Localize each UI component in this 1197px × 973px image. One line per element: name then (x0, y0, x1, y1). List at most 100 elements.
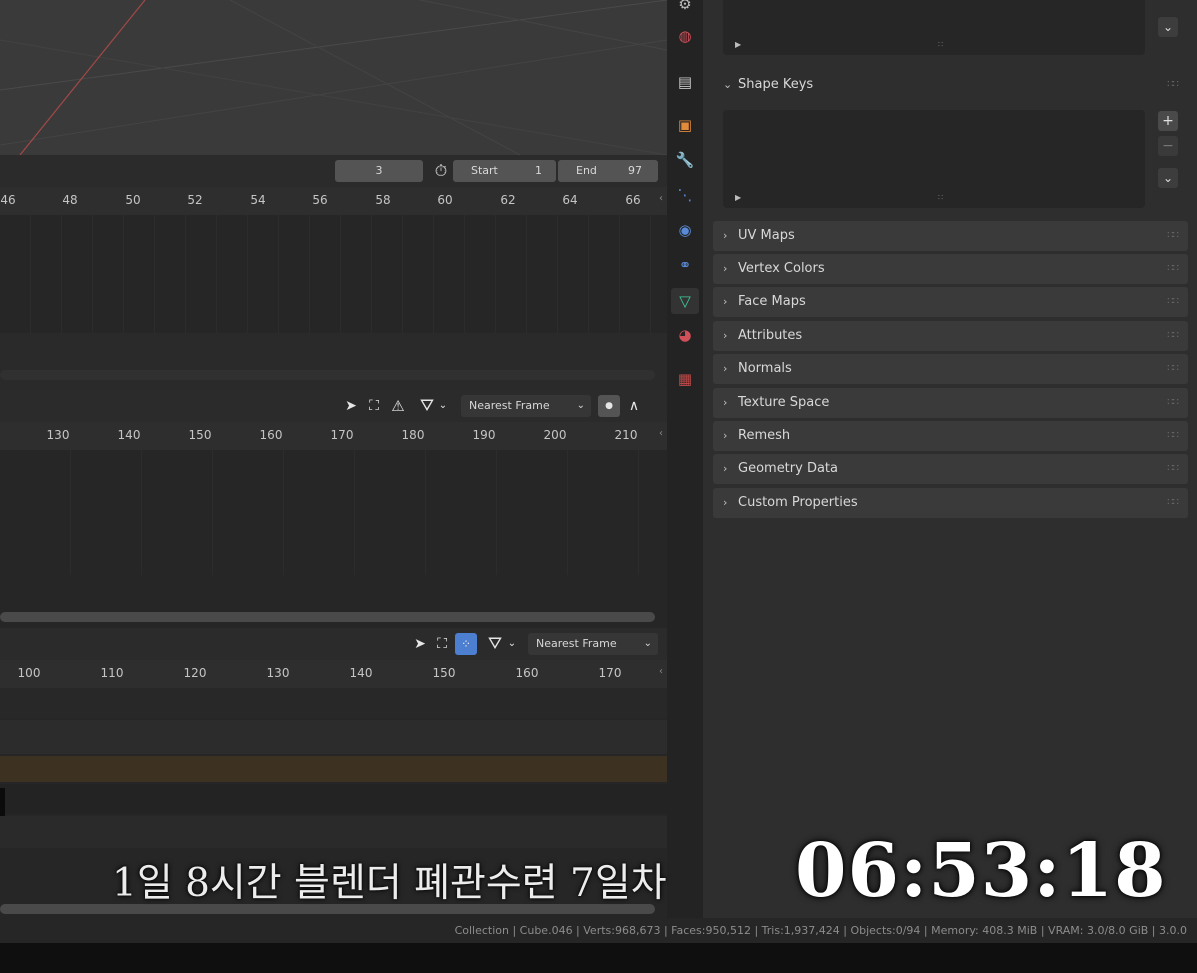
proportional-editing-icon[interactable]: ● (598, 395, 620, 417)
end-label: End (576, 164, 597, 177)
vertex-colors-panel[interactable]: › Vertex Colors ∷∷ (713, 254, 1188, 284)
render-icon[interactable]: ⚙ (675, 0, 695, 14)
material-icon[interactable]: ◕ (675, 325, 695, 345)
chevron-down-icon[interactable]: ⌄ (505, 634, 519, 654)
drag-grip-icon[interactable]: ∷∷ (1167, 354, 1179, 384)
face-maps-panel[interactable]: › Face Maps ∷∷ (713, 287, 1188, 317)
ruler-tick: 46 (0, 193, 16, 207)
cursor-select-icon[interactable]: ➤ (410, 634, 430, 654)
chevron-right-icon: › (723, 362, 728, 375)
chevron-down-icon[interactable]: ⌄ (436, 396, 450, 416)
nla-track-row[interactable] (0, 720, 667, 754)
ruler-tick: 66 (625, 193, 641, 207)
drag-grip-icon[interactable]: ∷∷ (1167, 488, 1179, 518)
nla-track-row[interactable] (0, 688, 667, 718)
snap-mode-dropdown[interactable]: Nearest Frame ⌄ (461, 395, 591, 417)
properties-tab-strip: ⚙ ◍ ▤ ▣ 🔧 ⋱ ◉ ⚭ ▽ ◕ ▦ (667, 0, 703, 918)
timeline-ruler[interactable]: 46 48 50 52 54 56 58 60 62 64 66 ‹ (0, 187, 667, 215)
snap-mode-dropdown[interactable]: Nearest Frame ⌄ (528, 633, 658, 655)
nla-action-track[interactable] (0, 756, 667, 782)
shape-keys-panel[interactable]: ⌄ Shape Keys ∷∷ (713, 70, 1188, 100)
solo-keys-icon[interactable]: ⁘ (455, 633, 477, 655)
filter-icon[interactable]: ⛛ (485, 634, 505, 654)
drag-grip-icon[interactable]: ∷∷ (1167, 287, 1179, 317)
attributes-panel[interactable]: › Attributes ∷∷ (713, 321, 1188, 351)
panel-label: Normals (738, 361, 792, 376)
drag-grip-icon[interactable]: ∷∷ (1167, 254, 1179, 284)
drag-grip-icon[interactable]: ∷∷ (1167, 421, 1179, 451)
panel-label: Face Maps (738, 294, 806, 309)
custom-properties-panel[interactable]: › Custom Properties ∷∷ (713, 488, 1188, 518)
physics-icon[interactable]: ◉ (675, 220, 695, 240)
drag-grip-icon[interactable]: ∷∷ (1167, 388, 1179, 418)
drag-grip-icon[interactable]: ∷∷ (1167, 321, 1179, 351)
box-select-icon[interactable]: ⛶ (432, 634, 452, 654)
timeline-scrollbar[interactable] (0, 370, 655, 380)
filter-icon[interactable]: ⛛ (417, 396, 437, 416)
ruler-tick: 200 (543, 428, 567, 442)
vertex-groups-list[interactable]: ▶ ∷ (723, 0, 1145, 55)
warning-icon[interactable]: ⚠ (388, 396, 408, 416)
dopesheet-tracks[interactable] (0, 450, 667, 575)
bottom-bar (0, 943, 1197, 973)
remesh-panel[interactable]: › Remesh ∷∷ (713, 421, 1188, 451)
uv-maps-panel[interactable]: › UV Maps ∷∷ (713, 221, 1188, 251)
drag-grip-icon[interactable]: ∷∷ (1167, 70, 1179, 100)
drag-grip-icon[interactable]: ∷∷ (1167, 454, 1179, 484)
collapse-arrow-icon[interactable]: ‹ (659, 428, 663, 439)
chevron-right-icon: › (723, 262, 728, 275)
ruler-tick: 170 (330, 428, 354, 442)
geometry-data-panel[interactable]: › Geometry Data ∷∷ (713, 454, 1188, 484)
ruler-tick: 160 (259, 428, 283, 442)
ruler-tick: 210 (614, 428, 638, 442)
add-shape-key-button[interactable]: + (1158, 111, 1178, 131)
chevron-right-icon: › (723, 295, 728, 308)
play-icon[interactable]: ▶ (735, 193, 741, 202)
collapse-arrow-icon[interactable]: ‹ (659, 193, 663, 204)
collapse-arrow-icon[interactable]: ‹ (659, 666, 663, 677)
nla-ruler[interactable]: 100 110 120 130 140 150 160 170 ‹ (0, 660, 667, 688)
nla-track-row[interactable] (0, 816, 667, 848)
ruler-tick: 52 (187, 193, 203, 207)
drag-grip-icon[interactable]: ∷∷ (1167, 221, 1179, 251)
constraints-icon[interactable]: ⚭ (675, 255, 695, 275)
shape-keys-list[interactable]: ▶ ∷ (723, 110, 1145, 208)
dopesheet-scrollbar[interactable] (0, 612, 655, 622)
object-icon[interactable]: ▣ (675, 115, 695, 135)
play-icon[interactable]: ▶ (735, 40, 741, 49)
ruler-tick: 64 (562, 193, 578, 207)
end-frame-field[interactable]: End 97 (558, 160, 658, 182)
dopesheet-ruler[interactable]: 130 140 150 160 170 180 190 200 210 ‹ (0, 422, 667, 450)
chevron-down-icon[interactable]: ⌄ (1158, 17, 1178, 37)
panel-label: UV Maps (738, 228, 795, 243)
remove-shape-key-button[interactable]: − (1158, 136, 1178, 156)
ruler-tick: 130 (266, 666, 290, 680)
start-frame-field[interactable]: Start 1 (453, 160, 556, 182)
ruler-tick: 140 (117, 428, 141, 442)
collection-icon[interactable]: ▤ (675, 72, 695, 92)
chevron-right-icon: › (723, 329, 728, 342)
texture-icon[interactable]: ▦ (675, 369, 695, 389)
timeline-tracks[interactable] (0, 215, 667, 333)
resize-grip-icon[interactable]: ∷ (938, 40, 943, 49)
snap-mode-value: Nearest Frame (469, 399, 550, 412)
nla-header: ➤ ⛶ ⁘ ⛛ ⌄ Nearest Frame ⌄ (0, 628, 667, 660)
ruler-tick: 50 (125, 193, 141, 207)
3d-viewport[interactable] (0, 0, 667, 155)
nla-track-row[interactable] (0, 784, 667, 814)
data-icon[interactable]: ▽ (671, 288, 699, 314)
modifier-icon[interactable]: 🔧 (675, 150, 695, 170)
normals-panel[interactable]: › Normals ∷∷ (713, 354, 1188, 384)
falloff-curve-icon[interactable]: ∧ (624, 396, 644, 416)
particles-icon[interactable]: ⋱ (675, 185, 695, 205)
cursor-select-icon[interactable]: ➤ (341, 396, 361, 416)
chevron-down-icon[interactable]: ⌄ (1158, 168, 1178, 188)
properties-editor: ▶ ∷ ⌄ ⌄ Shape Keys ∷∷ ▶ ∷ + − ⌄ › UV Map… (703, 0, 1197, 918)
resize-grip-icon[interactable]: ∷ (938, 193, 943, 202)
current-frame-field[interactable]: 3 (335, 160, 423, 182)
texture-space-panel[interactable]: › Texture Space ∷∷ (713, 388, 1188, 418)
chevron-down-icon: ⌄ (576, 400, 585, 411)
stopwatch-icon[interactable]: ⏱ (431, 161, 451, 181)
world-icon[interactable]: ◍ (675, 26, 695, 46)
box-select-icon[interactable]: ⛶ (364, 396, 384, 416)
